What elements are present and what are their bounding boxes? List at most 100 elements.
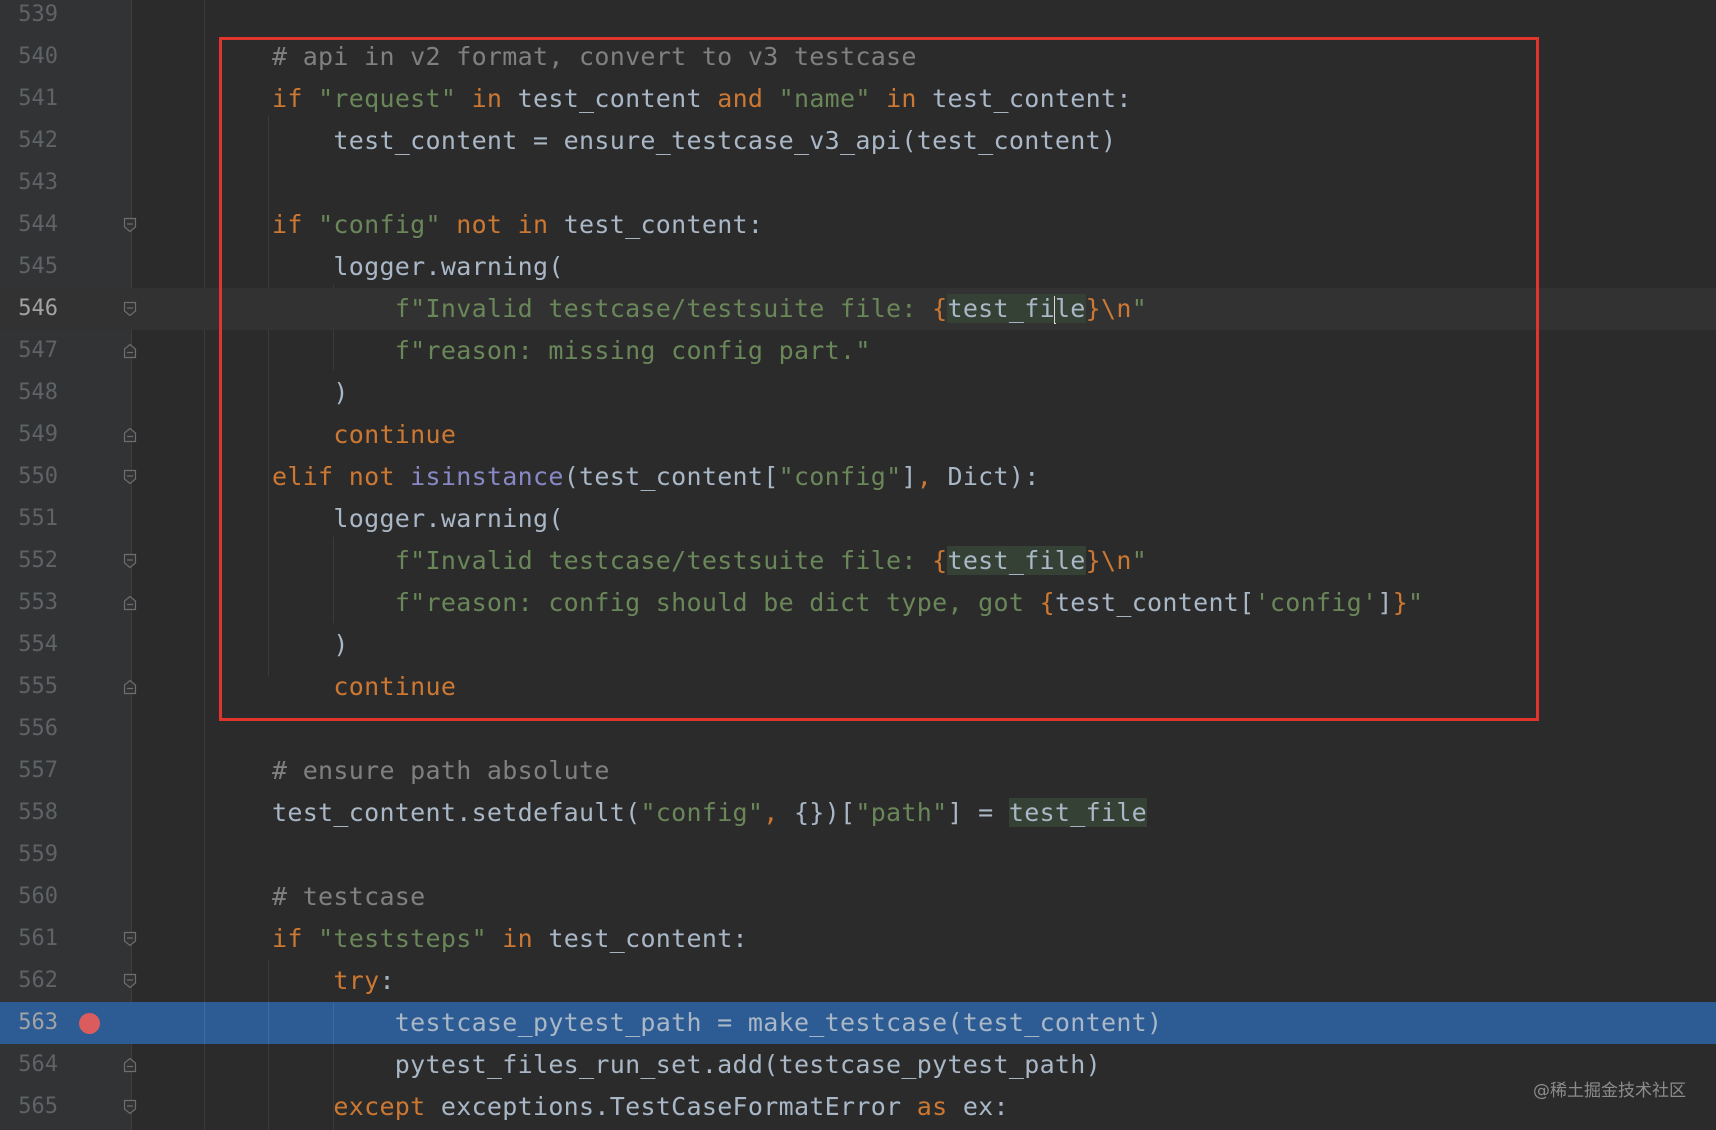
code-text[interactable]: if "teststeps" in test_content: <box>272 918 748 960</box>
line-number[interactable]: 550 <box>0 456 58 498</box>
line-number[interactable]: 543 <box>0 162 58 204</box>
line-number[interactable]: 561 <box>0 918 58 960</box>
code-editor[interactable]: 539 540 # api in v2 format, convert to v3 … <box>0 0 1716 1130</box>
line-number[interactable]: 563 <box>0 1002 58 1044</box>
line-number[interactable]: 564 <box>0 1044 58 1086</box>
fold-open-icon[interactable] <box>123 931 137 947</box>
code-text[interactable]: logger.warning( <box>272 246 564 288</box>
code-line-542[interactable]: 542 test_content = ensure_testcase_v3_ap… <box>0 120 1716 162</box>
code-line-565[interactable]: 565 except exceptions.TestCaseFormatErro… <box>0 1086 1716 1128</box>
code-line-561[interactable]: 561 if "teststeps" in test_content: <box>0 918 1716 960</box>
code-token: } <box>1392 588 1409 617</box>
code-line-552[interactable]: 552 f"Invalid testcase/testsuite file: {… <box>0 540 1716 582</box>
code-line-555[interactable]: 555 continue <box>0 666 1716 708</box>
line-number[interactable]: 546 <box>0 288 58 330</box>
breakpoint-icon[interactable] <box>79 1013 100 1034</box>
code-line-547[interactable]: 547 f"reason: missing config part." <box>0 330 1716 372</box>
code-text[interactable]: # ensure path absolute <box>272 750 610 792</box>
line-number[interactable]: 552 <box>0 540 58 582</box>
fold-close-icon[interactable] <box>123 679 137 695</box>
code-line-562[interactable]: 562 try: <box>0 960 1716 1002</box>
code-line-558[interactable]: 558 test_content.setdefault("config", {})… <box>0 792 1716 834</box>
code-text[interactable]: test_content.setdefault("config", {})["p… <box>272 792 1148 834</box>
code-line-564[interactable]: 564 pytest_files_run_set.add(testcase_py… <box>0 1044 1716 1086</box>
code-text[interactable]: continue <box>272 414 456 456</box>
code-line-554[interactable]: 554 ) <box>0 624 1716 666</box>
fold-close-icon[interactable] <box>123 1057 137 1073</box>
code-line-539[interactable]: 539 <box>0 0 1716 36</box>
code-line-540[interactable]: 540 # api in v2 format, convert to v3 tes… <box>0 36 1716 78</box>
code-line-551[interactable]: 551 logger.warning( <box>0 498 1716 540</box>
code-text[interactable]: test_content = ensure_testcase_v3_api(te… <box>272 120 1116 162</box>
line-number[interactable]: 549 <box>0 414 58 456</box>
code-line-544[interactable]: 544 if "config" not in test_content: <box>0 204 1716 246</box>
line-number[interactable]: 555 <box>0 666 58 708</box>
code-text[interactable]: f"Invalid testcase/testsuite file: {test… <box>272 288 1147 330</box>
fold-close-icon[interactable] <box>123 427 137 443</box>
code-token: if <box>272 924 319 953</box>
code-token: continue <box>333 420 457 449</box>
code-line-553[interactable]: 553 f"reason: config should be dict type… <box>0 582 1716 624</box>
code-text[interactable]: # api in v2 format, convert to v3 testca… <box>272 36 917 78</box>
code-token: if <box>272 84 319 113</box>
code-token: ) <box>272 378 349 407</box>
line-number[interactable]: 547 <box>0 330 58 372</box>
code-line-557[interactable]: 557 # ensure path absolute <box>0 750 1716 792</box>
code-line-550[interactable]: 550 elif not isinstance(test_content["con… <box>0 456 1716 498</box>
line-number[interactable]: 551 <box>0 498 58 540</box>
code-text[interactable]: f"reason: config should be dict type, go… <box>272 582 1423 624</box>
line-number[interactable]: 565 <box>0 1086 58 1128</box>
line-number[interactable]: 540 <box>0 36 58 78</box>
fold-open-icon[interactable] <box>123 973 137 989</box>
line-number[interactable]: 539 <box>0 0 58 36</box>
code-text[interactable]: continue <box>272 666 456 708</box>
code-line-541[interactable]: 541 if "request" in test_content and "nam… <box>0 78 1716 120</box>
line-number[interactable]: 545 <box>0 246 58 288</box>
code-line-546[interactable]: 546 f"Invalid testcase/testsuite file: {… <box>0 288 1716 330</box>
line-number[interactable]: 548 <box>0 372 58 414</box>
line-number[interactable]: 553 <box>0 582 58 624</box>
code-line-556[interactable]: 556 <box>0 708 1716 750</box>
line-number[interactable]: 544 <box>0 204 58 246</box>
fold-close-icon[interactable] <box>123 343 137 359</box>
fold-open-icon[interactable] <box>123 301 137 317</box>
code-text[interactable]: ) <box>272 372 349 414</box>
code-text[interactable]: f"Invalid testcase/testsuite file: {test… <box>272 540 1147 582</box>
code-line-548[interactable]: 548 ) <box>0 372 1716 414</box>
line-number[interactable]: 560 <box>0 876 58 918</box>
line-number[interactable]: 559 <box>0 834 58 876</box>
code-text[interactable]: if "request" in test_content and "name" … <box>272 78 1132 120</box>
line-number[interactable]: 554 <box>0 624 58 666</box>
code-text[interactable]: # testcase <box>272 876 426 918</box>
code-line-543[interactable]: 543 <box>0 162 1716 204</box>
fold-open-icon[interactable] <box>123 1099 137 1115</box>
indent-guide <box>204 1002 205 1044</box>
line-number[interactable]: 557 <box>0 750 58 792</box>
code-text[interactable]: if "config" not in test_content: <box>272 204 763 246</box>
code-text[interactable]: pytest_files_run_set.add(testcase_pytest… <box>272 1044 1101 1086</box>
code-token: testcase_pytest_path = make_testcase(tes… <box>272 1008 1163 1037</box>
code-text[interactable]: testcase_pytest_path = make_testcase(tes… <box>272 1002 1162 1044</box>
line-number[interactable]: 558 <box>0 792 58 834</box>
code-text[interactable]: elif not isinstance(test_content["config… <box>272 456 1040 498</box>
line-number[interactable]: 556 <box>0 708 58 750</box>
fold-open-icon[interactable] <box>123 553 137 569</box>
code-text[interactable]: f"reason: missing config part." <box>272 330 871 372</box>
fold-close-icon[interactable] <box>123 595 137 611</box>
line-number[interactable]: 541 <box>0 78 58 120</box>
line-number[interactable]: 542 <box>0 120 58 162</box>
line-number[interactable]: 562 <box>0 960 58 1002</box>
code-text[interactable]: try: <box>272 960 395 1002</box>
code-token: f"Invalid testcase/testsuite file: <box>394 294 933 323</box>
code-line-559[interactable]: 559 <box>0 834 1716 876</box>
code-line-549[interactable]: 549 continue <box>0 414 1716 456</box>
fold-open-icon[interactable] <box>123 217 137 233</box>
code-line-563[interactable]: 563 testcase_pytest_path = make_testcase… <box>0 1002 1716 1044</box>
code-text[interactable]: except exceptions.TestCaseFormatError as… <box>272 1086 1009 1128</box>
usage-highlight: test_fi <box>947 294 1055 323</box>
fold-open-icon[interactable] <box>123 469 137 485</box>
code-line-560[interactable]: 560 # testcase <box>0 876 1716 918</box>
code-line-545[interactable]: 545 logger.warning( <box>0 246 1716 288</box>
code-text[interactable]: ) <box>272 624 349 666</box>
code-text[interactable]: logger.warning( <box>272 498 564 540</box>
